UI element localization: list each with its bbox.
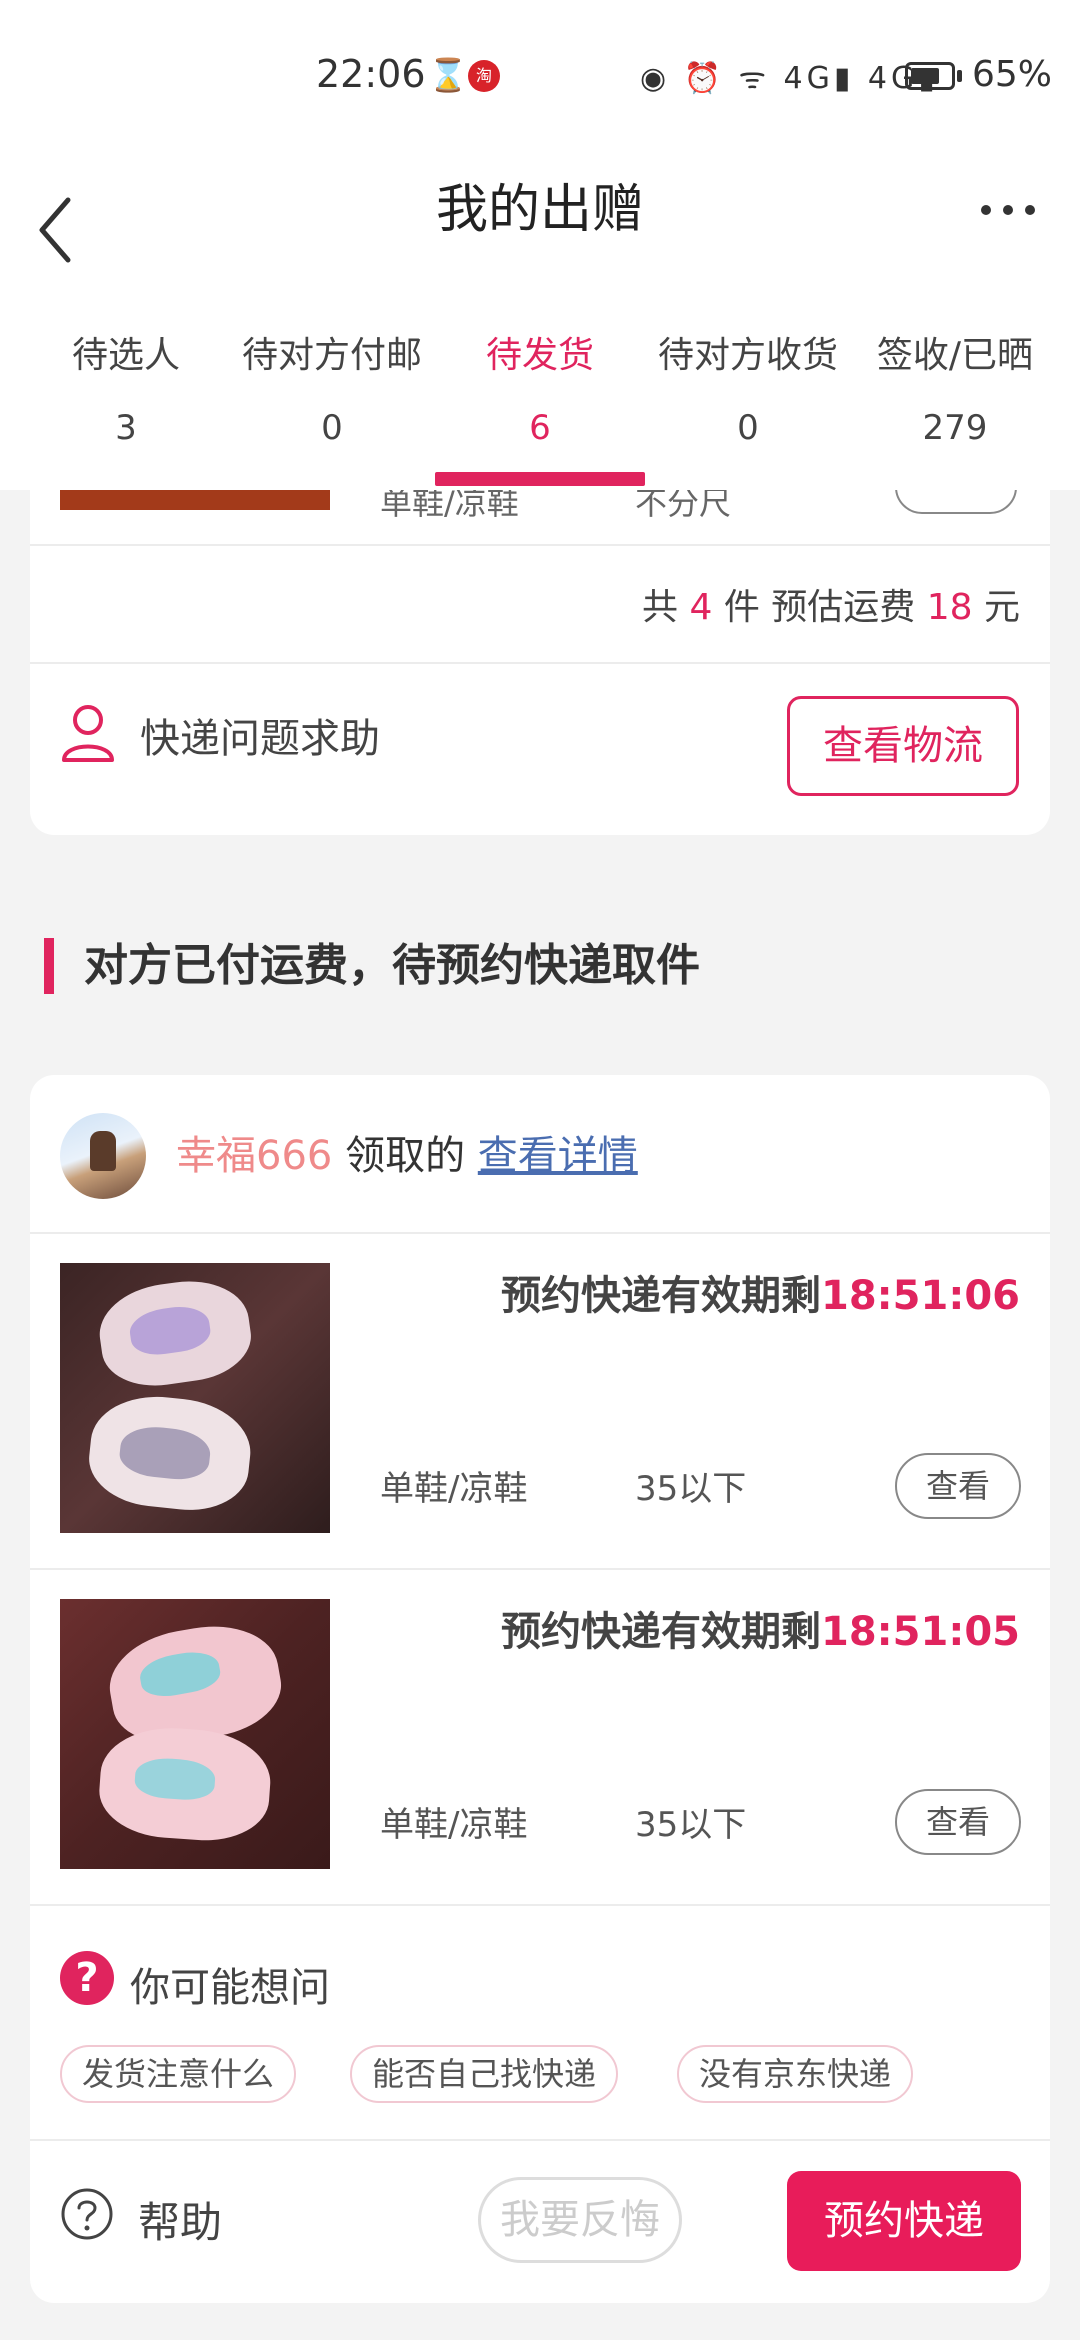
signal-icons: ◉ ⏰ ᯤ 4G▮ 4G▮ <box>640 61 939 96</box>
faq-chip[interactable]: 发货注意什么 <box>60 2045 297 2103</box>
view-button[interactable]: 查看 <box>895 1453 1021 1519</box>
page-title: 我的出赠 <box>435 180 644 240</box>
status-bar: 22:06 ⌛ 淘 ◉ ⏰ ᯤ 4G▮ 4G▮ 65% <box>0 0 1080 150</box>
tab-label: 待对方付邮 <box>241 335 422 376</box>
faq-title: 你可能想问 <box>130 1965 330 2011</box>
regret-button[interactable]: 我要反悔 <box>478 2177 682 2263</box>
status-time: 22:06 <box>316 52 426 96</box>
item-size: 35以下 <box>635 1469 747 1509</box>
tab-count: 279 <box>922 408 988 448</box>
courier-help-link[interactable]: 快递问题求助 <box>140 706 380 764</box>
battery-icon <box>905 62 955 90</box>
help-icon[interactable] <box>60 2187 114 2241</box>
tab-pending-postage[interactable]: 待对方付邮 0 <box>224 300 440 490</box>
book-courier-button[interactable]: 预约快递 <box>787 2171 1021 2271</box>
tab-pending-receive[interactable]: 待对方收货 0 <box>640 300 856 490</box>
item-thumbnail <box>60 490 330 510</box>
avatar[interactable] <box>60 1113 146 1199</box>
app-notification-icon: 淘 <box>468 60 500 92</box>
item-thumbnail[interactable] <box>60 1263 330 1533</box>
tab-count: 0 <box>737 408 759 448</box>
list-item: 预约快递有效期剩18:51:05 单鞋/凉鞋 35以下 查看 <box>30 1569 1050 1904</box>
divider <box>30 544 1050 546</box>
tab-count: 0 <box>321 408 343 448</box>
question-icon: ? <box>60 1951 114 2005</box>
order-total: 共 4 件 预估运费 18 元 <box>641 587 1020 628</box>
tab-count: 3 <box>115 408 137 448</box>
recipient-line: 幸福666 领取的 查看详情 <box>176 1133 638 1179</box>
user-icon <box>62 705 114 762</box>
help-link[interactable]: 帮助 <box>138 2189 222 2250</box>
nav-header: 我的出赠 <box>0 150 1080 300</box>
battery-percent: 65% <box>972 54 1053 95</box>
order-card: 幸福666 领取的 查看详情 预约快递有效期剩18:51:06 单鞋/凉鞋 35… <box>30 1075 1050 2303</box>
view-logistics-button[interactable]: 查看物流 <box>787 696 1019 796</box>
tab-signed[interactable]: 签收/已晒 279 <box>847 300 1063 490</box>
tab-pending-select[interactable]: 待选人 3 <box>18 300 234 490</box>
more-options-icon[interactable] <box>978 190 1038 230</box>
tab-label: 待选人 <box>71 335 180 376</box>
tab-label: 签收/已晒 <box>876 335 1034 376</box>
tab-label: 待发货 <box>485 335 594 376</box>
previous-order-card: 单鞋/凉鞋 不分尺 共 4 件 预估运费 18 元 快递问题求助 查看物流 <box>30 460 1050 835</box>
tab-count: 6 <box>529 408 551 448</box>
countdown-timer: 预约快递有效期剩18:51:05 <box>501 1609 1020 1655</box>
item-category: 单鞋/凉鞋 <box>380 1469 528 1509</box>
faq-chip[interactable]: 能否自己找快递 <box>350 2045 619 2103</box>
list-item: 预约快递有效期剩18:51:06 单鞋/凉鞋 35以下 查看 <box>30 1233 1050 1568</box>
status-tabs: 待选人 3 待对方付邮 0 待发货 6 待对方收货 0 签收/已晒 279 <box>0 300 1080 490</box>
tab-label: 待对方收货 <box>657 335 838 376</box>
divider <box>30 1904 1050 1906</box>
view-button[interactable]: 查看 <box>895 1789 1021 1855</box>
section-title: 对方已付运费，待预约快递取件 <box>84 940 700 991</box>
item-thumbnail[interactable] <box>60 1599 330 1869</box>
faq-chip[interactable]: 没有京东快递 <box>677 2045 914 2103</box>
active-tab-indicator <box>435 472 645 486</box>
section-accent-bar <box>44 938 54 994</box>
item-category: 单鞋/凉鞋 <box>380 1805 528 1845</box>
recipient-name[interactable]: 幸福666 <box>176 1133 332 1179</box>
divider <box>30 662 1050 664</box>
countdown-timer: 预约快递有效期剩18:51:06 <box>501 1273 1020 1319</box>
view-details-link[interactable]: 查看详情 <box>478 1133 638 1179</box>
hourglass-icon: ⌛ <box>428 56 468 94</box>
divider <box>30 2139 1050 2141</box>
tab-pending-ship[interactable]: 待发货 6 <box>432 300 648 490</box>
item-size: 35以下 <box>635 1805 747 1845</box>
